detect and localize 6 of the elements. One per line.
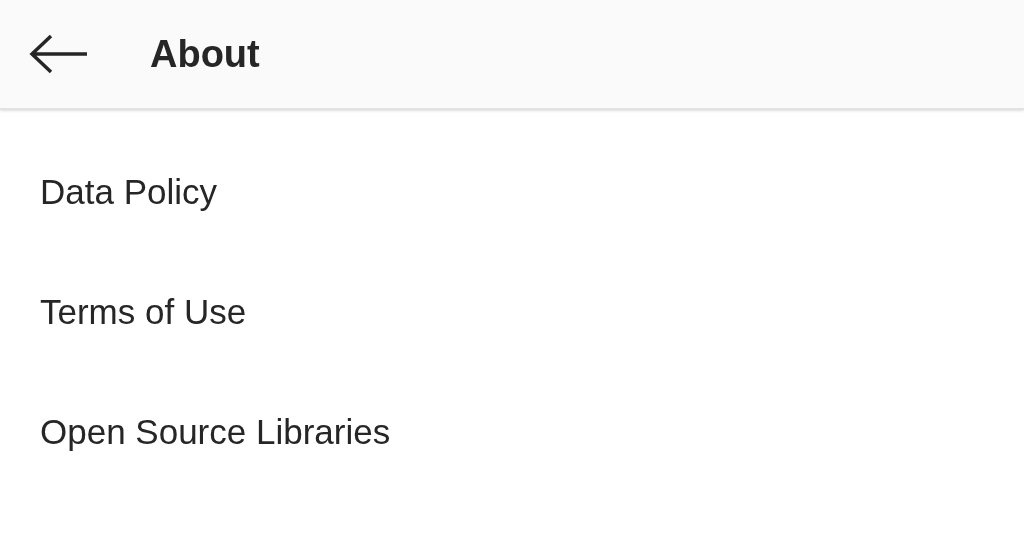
menu-item[interactable]: Open Source Libraries xyxy=(0,372,1024,492)
back-button[interactable] xyxy=(28,34,90,74)
back-arrow-icon xyxy=(29,34,89,74)
menu-item[interactable]: Data Policy xyxy=(0,132,1024,252)
page-title: About xyxy=(150,31,260,77)
menu-item[interactable]: Terms of Use xyxy=(0,252,1024,372)
